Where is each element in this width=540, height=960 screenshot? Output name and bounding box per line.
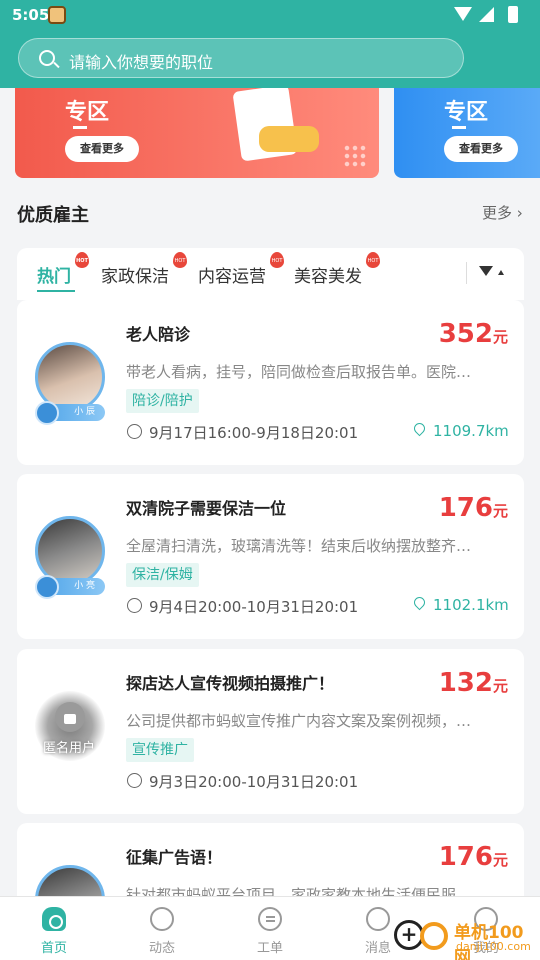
job-time: 9月3日20:00-10月31日20:01	[149, 773, 359, 791]
wifi-icon	[454, 7, 472, 21]
tab-content-ops[interactable]: 内容运营 HOT	[198, 252, 284, 287]
watermark-logo-ring-icon	[420, 922, 448, 950]
message-icon	[366, 907, 390, 931]
price-value: 352	[438, 319, 493, 349]
location-pin-icon	[411, 594, 428, 611]
job-card[interactable]: 小 亮 双清院子需要保洁一位 176元 全屋清扫清洗，玻璃清洗等！结束后收纳摆放…	[17, 474, 524, 639]
banner-zone-blue[interactable]: 专区 查看更多	[394, 88, 540, 178]
tab-beauty[interactable]: 美容美发 HOT	[294, 252, 380, 287]
price-unit: 元	[492, 851, 508, 869]
section-more-link[interactable]: 更多 ›	[482, 202, 523, 223]
job-card[interactable]: 征集广告语！ 176元 针对都市蚂蚁平台项目，家政家教本地生活便民服	[17, 823, 524, 896]
job-time: 9月4日20:00-10月31日20:01	[149, 598, 359, 616]
job-distance: 1109.7km	[433, 422, 509, 440]
tab-hot[interactable]: 热门 HOT	[37, 252, 89, 287]
price-unit: 元	[492, 502, 508, 520]
job-price: 176元	[439, 842, 508, 872]
banner-dots-decoration	[343, 144, 367, 168]
section-title: 优质雇主	[17, 205, 89, 226]
search-placeholder: 请输入你想要的职位	[69, 53, 214, 72]
nav-label: 工单	[256, 941, 283, 956]
lock-icon	[55, 702, 85, 732]
battery-icon	[508, 6, 518, 23]
job-description: 全屋清扫清洗，玻璃清洗等！结束后收纳摆放整齐…	[126, 537, 472, 555]
banner-zone-title: 专区	[444, 100, 489, 125]
job-title: 双清院子需要保洁一位	[126, 499, 287, 518]
tab-label: 美容美发	[294, 267, 362, 287]
banner-dash	[452, 126, 466, 129]
job-tag: 宣传推广	[126, 738, 194, 762]
job-time: 9月17日16:00-9月18日20:01	[149, 424, 359, 442]
hot-badge-icon: HOT	[75, 252, 89, 268]
nav-home[interactable]: 首页	[0, 897, 108, 960]
filter-icon	[479, 266, 493, 276]
job-price: 132元	[439, 668, 508, 698]
banner-more-button[interactable]: 查看更多	[65, 136, 139, 162]
header: 5:05 请输入你想要的职位	[0, 0, 540, 88]
banner-zone-red[interactable]: 专区 查看更多	[15, 88, 379, 178]
nav-feed[interactable]: 动态	[108, 897, 216, 960]
price-value: 176	[438, 842, 493, 872]
price-unit: 元	[492, 328, 508, 346]
tab-label: 家政保洁	[101, 267, 169, 287]
banner-more-button[interactable]: 查看更多	[444, 136, 518, 162]
job-title: 老人陪诊	[126, 325, 191, 344]
anonymous-label: 匿名用户	[43, 741, 96, 756]
order-list-icon	[258, 907, 282, 931]
job-tag: 保洁/保姆	[126, 563, 199, 587]
job-title: 探店达人宣传视频拍摄推广！	[126, 674, 335, 693]
signal-icon	[479, 7, 494, 22]
banner-coins-illustration	[259, 126, 319, 152]
level-badge: 小 辰	[35, 401, 105, 425]
status-bar: 5:05	[0, 0, 540, 30]
job-description: 针对都市蚂蚁平台项目，家政家教本地生活便民服	[126, 886, 457, 896]
hot-badge-icon: HOT	[270, 252, 284, 268]
app-notification-icon	[48, 6, 66, 24]
clock-icon	[127, 424, 142, 439]
hot-badge-icon: HOT	[173, 252, 187, 268]
filter-button[interactable]	[466, 262, 510, 284]
tab-housekeeping[interactable]: 家政保洁 HOT	[101, 252, 187, 287]
job-tag: 陪诊/陪护	[126, 389, 199, 413]
job-description: 公司提供都市蚂蚁宣传推广内容文案及案例视频，…	[126, 712, 472, 730]
job-card[interactable]: 匿名用户 探店达人宣传视频拍摄推广！ 132元 公司提供都市蚂蚁宣传推广内容文案…	[17, 649, 524, 814]
search-input[interactable]: 请输入你想要的职位	[18, 38, 464, 78]
dropdown-arrow-icon	[498, 270, 504, 275]
job-description: 带老人看病，挂号，陪同做检查后取报告单。医院…	[126, 363, 472, 381]
job-price: 176元	[439, 493, 508, 523]
watermark-url: danji100.com	[456, 940, 531, 953]
banner-zone-title: 专区	[65, 100, 110, 125]
price-value: 132	[438, 668, 493, 698]
price-unit: 元	[492, 677, 508, 695]
banner-dash	[73, 126, 87, 129]
watermark-text: 单机100网	[454, 923, 524, 960]
job-price: 352元	[439, 319, 508, 349]
job-title: 征集广告语！	[126, 848, 223, 867]
job-distance: 1102.1km	[433, 596, 509, 614]
search-icon	[39, 50, 55, 66]
nav-orders[interactable]: 工单	[216, 897, 324, 960]
tab-label: 热门	[37, 267, 71, 287]
location-pin-icon	[411, 420, 428, 437]
category-tabs: 热门 HOT 家政保洁 HOT 内容运营 HOT 美容美发 HOT	[17, 248, 524, 300]
clock-icon	[127, 598, 142, 613]
hot-badge-icon: HOT	[366, 252, 380, 268]
price-value: 176	[438, 493, 493, 523]
avatar	[35, 865, 105, 896]
job-card[interactable]: 小 辰 老人陪诊 352元 带老人看病，挂号，陪同做检查后取报告单。医院… 陪诊…	[17, 300, 524, 465]
level-badge: 小 亮	[35, 575, 105, 599]
nav-label: 动态	[148, 941, 175, 956]
tab-label: 内容运营	[198, 267, 266, 287]
status-time: 5:05	[12, 6, 50, 24]
tab-active-indicator	[37, 290, 75, 292]
nav-label: 首页	[40, 941, 67, 956]
clock-icon	[127, 773, 142, 788]
heart-chat-icon	[150, 907, 174, 931]
home-icon	[42, 907, 66, 931]
